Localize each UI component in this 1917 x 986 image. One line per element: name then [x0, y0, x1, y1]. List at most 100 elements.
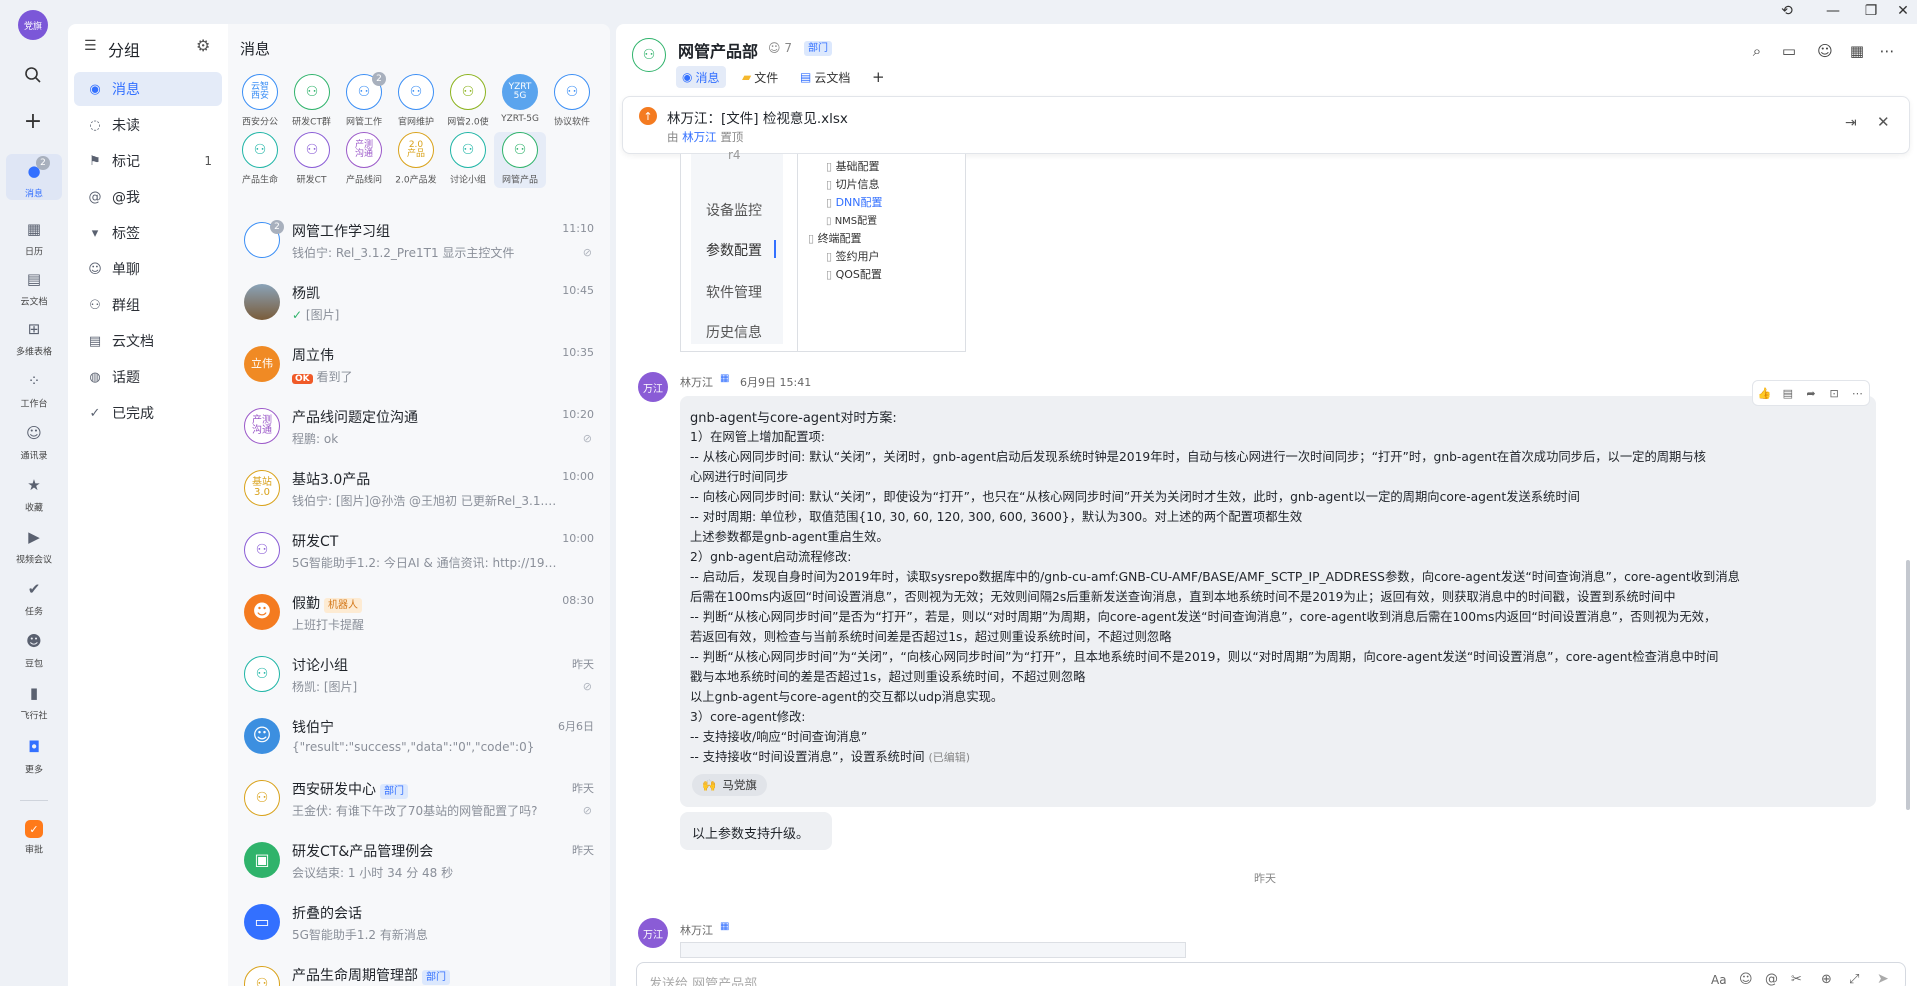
thumbs-up-icon[interactable]: 👍 — [1755, 383, 1775, 403]
pinned-chat[interactable]: 2.0 产品 2.0产品发 — [390, 132, 442, 188]
at-icon[interactable]: @ — [1765, 972, 1778, 986]
list-item[interactable]: 立伟 周立伟 10:35 OK 看到了 — [228, 334, 610, 396]
rail-item-docs[interactable]: ▤ 云文档 — [0, 268, 68, 308]
list-item[interactable]: ☺ 钱伯宁 6月6日 {"result":"success","data":"0… — [228, 706, 610, 768]
pinned-chat[interactable]: ⚇ 协议软件 — [546, 74, 598, 130]
reaction-chip[interactable]: 🙌 马党旗 — [692, 774, 767, 796]
avatar: ☺ — [244, 718, 280, 754]
rail-item-tasks[interactable]: ✔ 任务 — [0, 578, 68, 618]
list-item[interactable]: ⚇ 西安研发中心 部门 昨天 王金伏: 有谁下午改了70基站的网管配置了吗? ⊘ — [228, 768, 610, 830]
add-reaction-icon[interactable]: ⊡ — [1824, 383, 1844, 403]
more-icon: ◘ — [28, 738, 40, 756]
file-icon: ▯ — [808, 232, 815, 245]
list-item[interactable]: ▣ 研发CT&产品管理例会 昨天 会议结束: 1 小时 34 分 48 秒 — [228, 830, 610, 892]
pinned-chat[interactable]: YZRT 5G YZRT-5G — [494, 74, 546, 130]
emoji-icon[interactable]: ☺ — [1739, 972, 1753, 986]
sender-name[interactable]: 林万江 — [680, 374, 713, 390]
rail-item-flight[interactable]: ▮ 飞行社 — [0, 682, 68, 722]
close-button[interactable]: ✕ — [1880, 0, 1917, 22]
rail-item-calendar[interactable]: ▦ 日历 — [0, 218, 68, 258]
group-item-labels[interactable]: ▾ 标签 — [74, 216, 222, 250]
pinned-notice[interactable]: ↑ 林万江：[文件] 检视意见.xlsx 由 林万江 置顶 ⇥ ✕ — [622, 96, 1910, 154]
search-icon[interactable] — [20, 62, 46, 88]
sender-name[interactable]: 林万江 — [680, 922, 713, 938]
group-item-mentions[interactable]: @ @我 — [74, 180, 222, 214]
scissors-icon[interactable]: ✂ — [1791, 972, 1802, 986]
reply-icon[interactable]: ▤ — [1778, 383, 1798, 403]
list-item[interactable]: ▭ 折叠的会话 5G智能助手1.2 有新消息 — [228, 892, 610, 954]
pinned-chat-selected[interactable]: ⚇ 网管产品 — [494, 132, 546, 188]
collapse-icon[interactable]: ☰ — [84, 38, 97, 54]
app-logo[interactable]: 党旗 — [18, 10, 48, 40]
pinned-chat[interactable]: ⚇ 官网维护 — [390, 74, 442, 130]
pinned-chat[interactable]: ⚇ 研发CT — [286, 132, 338, 188]
group-item-messages[interactable]: ◉ 消息 — [74, 72, 222, 106]
list-item[interactable]: ⚇ 讨论小组 昨天 杨凯: [图片] ⊘ — [228, 644, 610, 706]
tab-files[interactable]: ▰ 文件 — [736, 66, 784, 88]
avatar[interactable]: 万江 — [638, 372, 668, 402]
list-item[interactable]: 基站 3.0 基站3.0产品 10:00 钱伯宁: [图片]@孙浩 @王旭初 已… — [228, 458, 610, 520]
close-icon[interactable]: ✕ — [1877, 113, 1890, 131]
group-item-docs[interactable]: ▤ 云文档 — [74, 324, 222, 358]
rail-item-messages[interactable]: ● 消息 2 — [6, 154, 62, 200]
dept-tag: 部门 — [380, 784, 408, 799]
member-count[interactable]: ☺ 7 — [768, 41, 792, 55]
tab-docs[interactable]: ▤ 云文档 — [794, 66, 856, 88]
video-icon[interactable]: ▭ — [1778, 40, 1800, 62]
list-item[interactable]: 产测 沟通 产品线问题定位沟通 10:20 程鹏: ok ⊘ — [228, 396, 610, 458]
tab-messages[interactable]: ◉ 消息 — [676, 66, 726, 88]
pinned-chat[interactable]: ⚇ 讨论小组 — [442, 132, 494, 188]
send-icon[interactable]: ➤ — [1877, 971, 1889, 986]
expand-icon[interactable]: ⤢ — [1849, 972, 1859, 986]
plus-circle-icon[interactable]: ⊕ — [1821, 972, 1832, 986]
list-item[interactable]: ⚇ 研发CT 10:00 5G智能助手1.2: 今日AI & 通信资讯: htt… — [228, 520, 610, 582]
message-input[interactable]: 发送给 网管产品部 Aa ☺ @ ✂ ⊕ ⤢ ➤ — [636, 962, 1906, 986]
group-item-unread[interactable]: ◌ 未读 — [74, 108, 222, 142]
list-item[interactable]: 杨凯 10:45 ✓ [图片] — [228, 272, 610, 334]
pinned-chat[interactable]: 产测 沟通 产品线问 — [338, 132, 390, 188]
rail-item-more[interactable]: ◘ 更多 — [0, 736, 68, 776]
group-item-single[interactable]: ☺ 单聊 — [74, 252, 222, 286]
settings-icon[interactable]: ⚙ — [196, 36, 210, 55]
pinned-chat[interactable]: ⚇ 产品生命 — [234, 132, 286, 188]
rail-item-workbench[interactable]: ⁘ 工作台 — [0, 370, 68, 410]
forward-icon[interactable]: ➦ — [1801, 383, 1821, 403]
calendar-icon[interactable]: ▦ — [1846, 40, 1868, 62]
chat-scrollbar[interactable] — [1906, 560, 1910, 810]
avatar[interactable]: 万江 — [638, 918, 668, 948]
rail-item-video[interactable]: ▶ 视频会议 — [0, 526, 68, 566]
list-item[interactable]: ⚇ 产品生命周期管理部 部门 — [228, 954, 610, 986]
pinned-chat[interactable]: ⚇ 2 网管工作 — [338, 72, 390, 130]
format-icon[interactable]: Aa — [1711, 973, 1727, 986]
group-item-done[interactable]: ✓ 已完成 — [74, 396, 222, 430]
avatar: 基站 3.0 — [244, 470, 280, 506]
add-member-icon[interactable]: ☺ — [1814, 40, 1836, 62]
pinned-chat[interactable]: ⚇ 网管2.0使 — [442, 74, 494, 130]
check-icon: ✓ — [89, 405, 101, 421]
jump-icon[interactable]: ⇥ — [1845, 115, 1857, 131]
doc-icon: ▤ — [88, 333, 102, 349]
group-item-flagged[interactable]: ⚑ 标记 1 — [74, 144, 222, 178]
rail-item-doubao[interactable]: ☻ 豆包 — [0, 630, 68, 670]
file-icon: ▯ — [826, 178, 833, 191]
pinned-chat[interactable]: ⚇ 研发CT群 — [286, 74, 338, 130]
unread-icon: ◌ — [89, 117, 101, 133]
chat-title[interactable]: 网管产品部 — [678, 38, 758, 62]
message-image[interactable] — [680, 942, 1186, 958]
rail-item-favorites[interactable]: ★ 收藏 — [0, 474, 68, 514]
add-tab-button[interactable]: + — [866, 66, 891, 88]
message-line: -- 对时周期: 单位秒，取值范围{10, 30, 60, 120, 300, … — [690, 510, 1303, 524]
more-icon[interactable]: ⋯ — [1847, 383, 1867, 403]
rail-item-approval[interactable]: ✓ 审批 — [0, 820, 68, 856]
add-icon[interactable]: + — [20, 108, 46, 134]
pinned-chat[interactable]: 云智 西安 西安分公 — [234, 74, 286, 130]
rail-item-bitable[interactable]: ⊞ 多维表格 — [0, 318, 68, 358]
group-item-groups[interactable]: ⚇ 群组 — [74, 288, 222, 322]
rail-item-contacts[interactable]: ☺ 通讯录 — [0, 422, 68, 462]
more-icon[interactable]: ⋯ — [1876, 40, 1898, 62]
history-icon[interactable]: ⟲ — [1764, 0, 1810, 22]
group-item-topics[interactable]: ◍ 话题 — [74, 360, 222, 394]
search-chat-icon[interactable]: ⌕ — [1746, 40, 1768, 62]
list-item[interactable]: ☻ 假勤 机器人 08:30 上班打卡提醒 — [228, 582, 610, 644]
list-item[interactable]: ⚇ 2 网管工作学习组 11:10 钱伯宁: Rel_3.1.2_Pre1T1 … — [228, 210, 610, 272]
